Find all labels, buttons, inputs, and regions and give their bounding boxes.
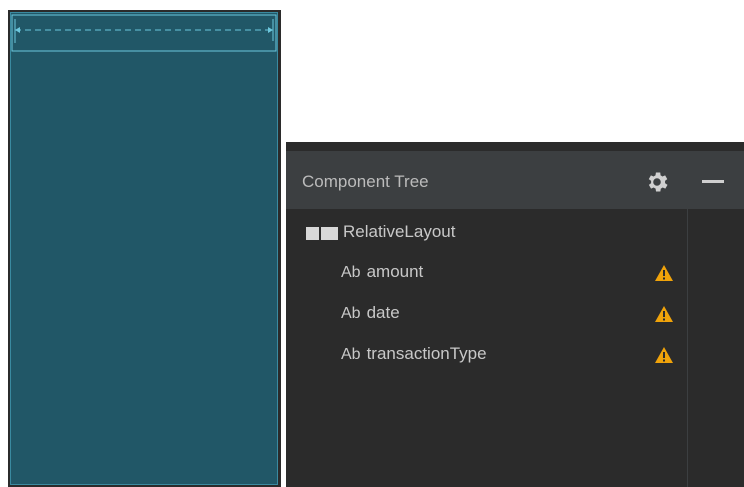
- tree-node-label: transactionType: [366, 344, 487, 363]
- view-bounds-rect: [11, 14, 277, 52]
- right-arrow-marker: [268, 27, 273, 33]
- design-preview-frame: [8, 10, 281, 487]
- tree-node-label: date: [366, 303, 400, 322]
- component-tree-panel: Component Tree RelativeLayout Ab amount A…: [286, 142, 744, 487]
- tree-node-relativelayout[interactable]: RelativeLayout: [343, 218, 455, 246]
- warning-icon[interactable]: [654, 305, 674, 323]
- component-tree-title: Component Tree: [302, 172, 429, 191]
- minimize-icon[interactable]: [702, 180, 724, 183]
- gear-icon[interactable]: [644, 169, 670, 195]
- tree-node-transactiontype[interactable]: Ab transactionType: [341, 340, 487, 368]
- relative-layout-icon: [306, 227, 338, 240]
- blueprint-canvas[interactable]: [10, 12, 278, 485]
- tree-node-date[interactable]: Ab date: [341, 299, 400, 327]
- tree-node-label: amount: [366, 262, 424, 281]
- warning-icon[interactable]: [654, 264, 674, 282]
- text-view-icon: Ab: [341, 346, 361, 363]
- text-view-icon: Ab: [341, 264, 361, 281]
- left-arrow-marker: [15, 27, 20, 33]
- text-view-icon: Ab: [341, 305, 361, 322]
- selected-view-outline: [11, 14, 277, 52]
- panel-top-strip: [286, 142, 744, 152]
- tree-node-amount[interactable]: Ab amount: [341, 258, 423, 286]
- tree-node-label: RelativeLayout: [343, 222, 456, 241]
- component-tree-gutter: [687, 209, 744, 487]
- warning-icon[interactable]: [654, 346, 674, 364]
